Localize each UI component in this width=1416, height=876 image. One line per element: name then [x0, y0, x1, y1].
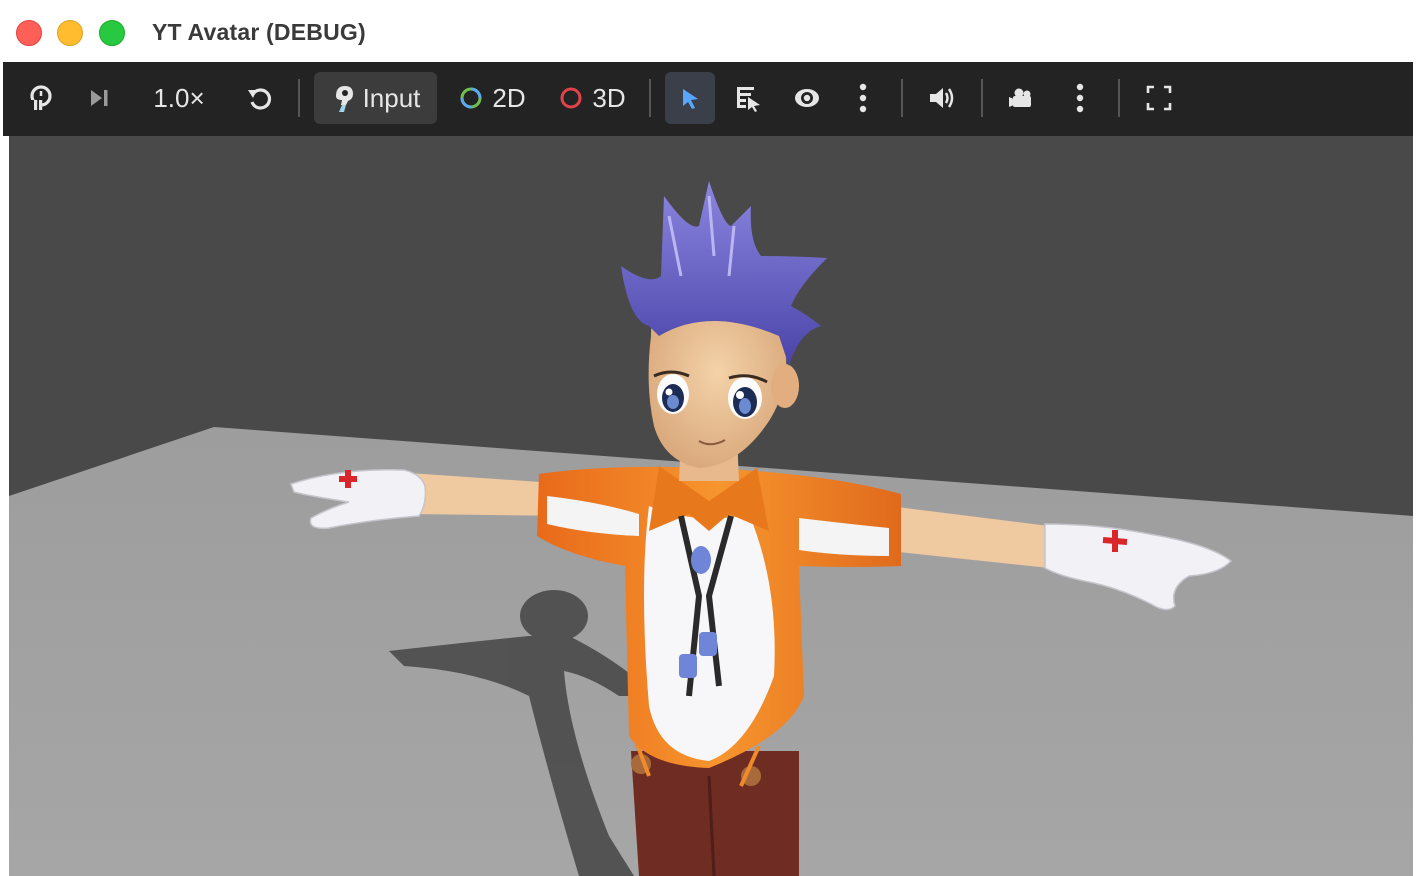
ring-3d-icon [560, 87, 582, 109]
more-vertical-icon [1076, 83, 1084, 113]
reload-icon [248, 88, 272, 110]
speaker-icon [930, 88, 954, 108]
game-toolbar: 1.0× Input 2D 3D [3, 62, 1413, 136]
list-select-button[interactable] [726, 72, 770, 124]
input-mode-button[interactable]: Input [314, 72, 437, 124]
reload-button[interactable] [240, 72, 280, 124]
visibility-button[interactable] [785, 72, 829, 124]
fullscreen-button[interactable] [1137, 72, 1181, 124]
more-vertical-icon [859, 83, 867, 113]
cursor-arrow-icon [683, 89, 698, 109]
scene-render [9, 181, 1413, 876]
view-3d-label: 3D [592, 82, 626, 113]
camera-more-button[interactable] [1062, 72, 1098, 124]
select-tool-button[interactable] [665, 72, 715, 124]
timescale-button[interactable]: 1.0× [143, 72, 215, 124]
window-titlebar: YT Avatar (DEBUG) [0, 0, 1416, 62]
input-icon [335, 86, 353, 112]
eye-icon [795, 89, 819, 107]
camera-icon [1009, 88, 1031, 107]
toolbar-separator [1118, 79, 1120, 117]
ring-2d-icon [460, 87, 482, 109]
minimize-window-button[interactable] [57, 20, 83, 46]
audio-button[interactable] [920, 72, 964, 124]
window-title: YT Avatar (DEBUG) [152, 19, 366, 45]
view-3d-button[interactable]: 3D [551, 72, 633, 124]
timescale-label: 1.0× [153, 82, 205, 113]
view-2d-label: 2D [492, 82, 526, 113]
input-mode-label: Input [362, 82, 421, 113]
game-viewport[interactable] [9, 136, 1413, 876]
camera-button[interactable] [1000, 72, 1044, 124]
step-frame-button[interactable] [79, 72, 119, 124]
pause-icon [30, 85, 52, 112]
list-select-icon [737, 87, 760, 112]
toolbar-separator [649, 79, 651, 117]
pause-button[interactable] [21, 72, 61, 124]
toolbar-separator [981, 79, 983, 117]
view-more-button[interactable] [845, 72, 881, 124]
view-2d-button[interactable]: 2D [451, 72, 533, 124]
toolbar-separator [298, 79, 300, 117]
fullscreen-icon [1146, 85, 1172, 111]
step-icon [91, 90, 108, 106]
zoom-window-button[interactable] [99, 20, 125, 46]
toolbar-separator [901, 79, 903, 117]
close-window-button[interactable] [16, 20, 42, 46]
